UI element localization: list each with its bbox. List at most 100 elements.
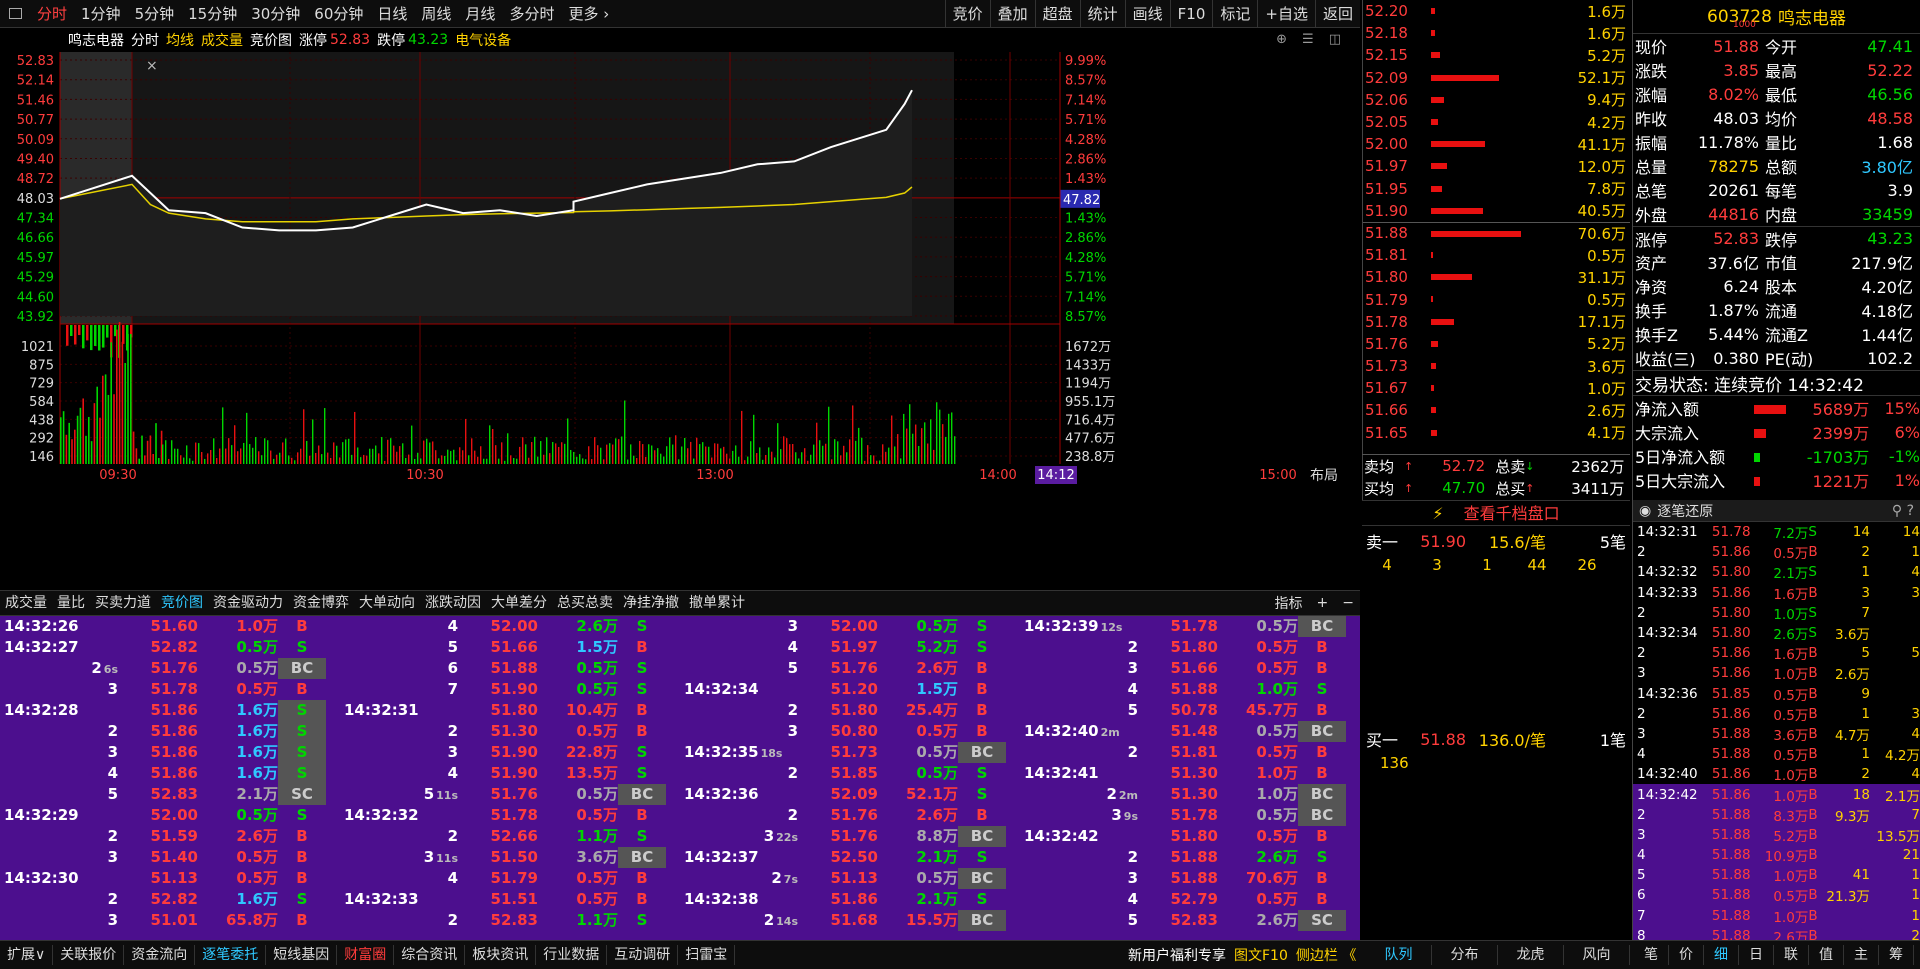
remove-indicator-button[interactable]: − [1342, 595, 1354, 611]
tab-day[interactable]: 日线 [370, 0, 414, 28]
status-tab[interactable]: 综合资讯 [394, 945, 466, 965]
auction-button[interactable]: 竞价 [944, 0, 990, 28]
tab-auction-chart[interactable]: 竞价图 [156, 591, 208, 615]
tab-multi-fenshi[interactable]: 多分时 [502, 0, 561, 28]
super-button[interactable]: 超盘 [1034, 0, 1080, 28]
order-book-row[interactable]: 51.90 40.5万 [1363, 200, 1630, 222]
promo-link[interactable]: 新用户福利专享 [1128, 945, 1226, 965]
order-book-row[interactable]: 51.97 12.0万 [1363, 155, 1630, 177]
tab-more[interactable]: 更多 › [561, 0, 616, 28]
status-tab[interactable]: 逐笔委托 [195, 945, 267, 965]
order-book-row[interactable]: 52.15 5.2万 [1363, 44, 1630, 66]
f10-button[interactable]: F10 [1169, 0, 1213, 28]
back-button[interactable]: 返回 [1314, 0, 1360, 28]
detail-view-tab[interactable]: 价 [1669, 945, 1704, 965]
status-tab[interactable]: 扩展∨ [0, 945, 54, 965]
volume-bar [390, 438, 392, 464]
queue-view-tab[interactable]: 风向 [1564, 945, 1630, 965]
status-tab[interactable]: 短线基因 [266, 945, 338, 965]
order-book-row[interactable]: 52.09 52.1万 [1363, 67, 1630, 89]
sidebar-toggle[interactable]: 侧边栏 《 [1296, 945, 1356, 965]
queue-view-tab[interactable]: 分布 [1432, 945, 1498, 965]
tab-5min[interactable]: 5分钟 [128, 0, 182, 28]
order-book-row[interactable]: 51.76 5.2万 [1363, 333, 1630, 355]
order-book-row[interactable]: 51.80 31.1万 [1363, 266, 1630, 288]
order-book-row[interactable]: 51.79 0.5万 [1363, 288, 1630, 310]
tab-cancel-cumulative[interactable]: 撤单累计 [684, 591, 750, 615]
status-tab[interactable]: 互动调研 [607, 945, 679, 965]
order-book-row[interactable]: 51.81 0.5万 [1363, 244, 1630, 266]
order-book-row[interactable]: 51.65 4.1万 [1363, 422, 1630, 444]
f10-link[interactable]: 图文F10 [1234, 945, 1288, 965]
panel-toggle-icon[interactable]: ◫ [1329, 32, 1341, 47]
tab-week[interactable]: 周线 [414, 0, 458, 28]
view-thousand-levels-link[interactable]: ⚡ 查看千档盘口 [1362, 500, 1630, 526]
volume-bar [714, 443, 716, 464]
tab-1min[interactable]: 1分钟 [74, 0, 128, 28]
tab-month[interactable]: 月线 [458, 0, 502, 28]
volume-bar [99, 417, 101, 464]
indicator-button[interactable]: 指标 [1275, 593, 1303, 613]
tab-big-order-diff[interactable]: 大单差分 [486, 591, 552, 615]
auction-volume-bar [106, 325, 109, 338]
mark-button[interactable]: 标记 [1212, 0, 1257, 28]
tr-price: 51.88 [1711, 806, 1751, 823]
detail-view-tab[interactable]: 笔 [1634, 945, 1669, 965]
plus-circle-icon[interactable]: ⊕ [1276, 32, 1287, 47]
intraday-chart[interactable]: 52.83 9.99% 52.14 8.57% 51.46 7.14% 50.77 5.71%… [0, 52, 1360, 592]
order-book-row[interactable]: 52.00 41.1万 [1363, 133, 1630, 155]
order-book-row[interactable]: 52.20 1.6万 [1363, 0, 1630, 22]
detail-view-tab[interactable]: 细 [1704, 945, 1739, 965]
detail-view-tab[interactable]: 主 [1844, 945, 1879, 965]
tab-fenshi[interactable]: 分时 [30, 0, 74, 28]
tab-total-buy-sell[interactable]: 总买总卖 [552, 591, 618, 615]
close-icon[interactable]: × [146, 58, 158, 74]
detail-view-tab[interactable]: 联 [1774, 945, 1809, 965]
overlay-button[interactable]: 叠加 [989, 0, 1035, 28]
order-book-row[interactable]: 51.88 70.6万 [1363, 221, 1630, 244]
window-menu-icon[interactable] [0, 0, 30, 28]
layout-button[interactable]: 布局 [1310, 468, 1338, 484]
queue-view-tab[interactable]: 龙虎 [1498, 945, 1564, 965]
stats-button[interactable]: 统计 [1079, 0, 1125, 28]
status-tab[interactable]: 扫雷宝 [678, 945, 736, 965]
order-book-row[interactable]: 51.78 17.1万 [1363, 311, 1630, 333]
queue-view-tab[interactable]: 队列 [1366, 945, 1432, 965]
status-tab[interactable]: 板块资讯 [465, 945, 537, 965]
tab-buy-sell-force[interactable]: 买卖力道 [90, 591, 156, 615]
tab-fund-game[interactable]: 资金博弈 [288, 591, 354, 615]
tab-fund-drive[interactable]: 资金驱动力 [208, 591, 288, 615]
detail-view-tab[interactable]: 日 [1739, 945, 1774, 965]
order-book-row[interactable]: 51.73 3.6万 [1363, 355, 1630, 377]
order-book-row[interactable]: 52.18 1.6万 [1363, 22, 1630, 44]
filter-icon[interactable]: ⚲ ? [1892, 503, 1914, 519]
tab-volume-ratio[interactable]: 量比 [52, 591, 90, 615]
tab-60min[interactable]: 60分钟 [307, 0, 370, 28]
tick-row: 14:32:36 52.09 52.1万 S [680, 784, 1020, 805]
tab-30min[interactable]: 30分钟 [244, 0, 307, 28]
tab-big-order[interactable]: 大单动向 [354, 591, 420, 615]
tab-15min[interactable]: 15分钟 [181, 0, 244, 28]
status-tab[interactable]: 行业数据 [536, 945, 608, 965]
order-book-row[interactable]: 51.67 1.0万 [1363, 377, 1630, 399]
tab-volume[interactable]: 成交量 [0, 591, 52, 615]
status-tab[interactable]: 财富圈 [337, 945, 395, 965]
tr-direction: B [1808, 665, 1818, 682]
detail-view-tab[interactable]: 筹 [1879, 945, 1914, 965]
volume-bar [510, 455, 512, 464]
expand-icon[interactable]: ◉ [1639, 503, 1651, 519]
draw-line-button[interactable]: 画线 [1124, 0, 1170, 28]
order-book-row[interactable]: 52.05 4.2万 [1363, 111, 1630, 133]
add-watchlist-button[interactable]: +自选 [1257, 0, 1315, 28]
tab-rise-fall-cause[interactable]: 涨跌动因 [420, 591, 486, 615]
status-tab[interactable]: 关联报价 [53, 945, 125, 965]
order-book-row[interactable]: 51.95 7.8万 [1363, 178, 1630, 200]
order-book-row[interactable]: 52.06 9.4万 [1363, 89, 1630, 111]
add-indicator-button[interactable]: + [1317, 595, 1329, 611]
order-book-row[interactable]: 51.66 2.6万 [1363, 399, 1630, 421]
tab-net-hang-cancel[interactable]: 净挂净撤 [618, 591, 684, 615]
detail-view-tab[interactable]: 值 [1809, 945, 1844, 965]
menu-icon[interactable]: ☰ [1302, 32, 1314, 47]
quote-row: 振幅 11.78% 量比 1.68 [1633, 130, 1920, 154]
status-tab[interactable]: 资金流向 [124, 945, 196, 965]
